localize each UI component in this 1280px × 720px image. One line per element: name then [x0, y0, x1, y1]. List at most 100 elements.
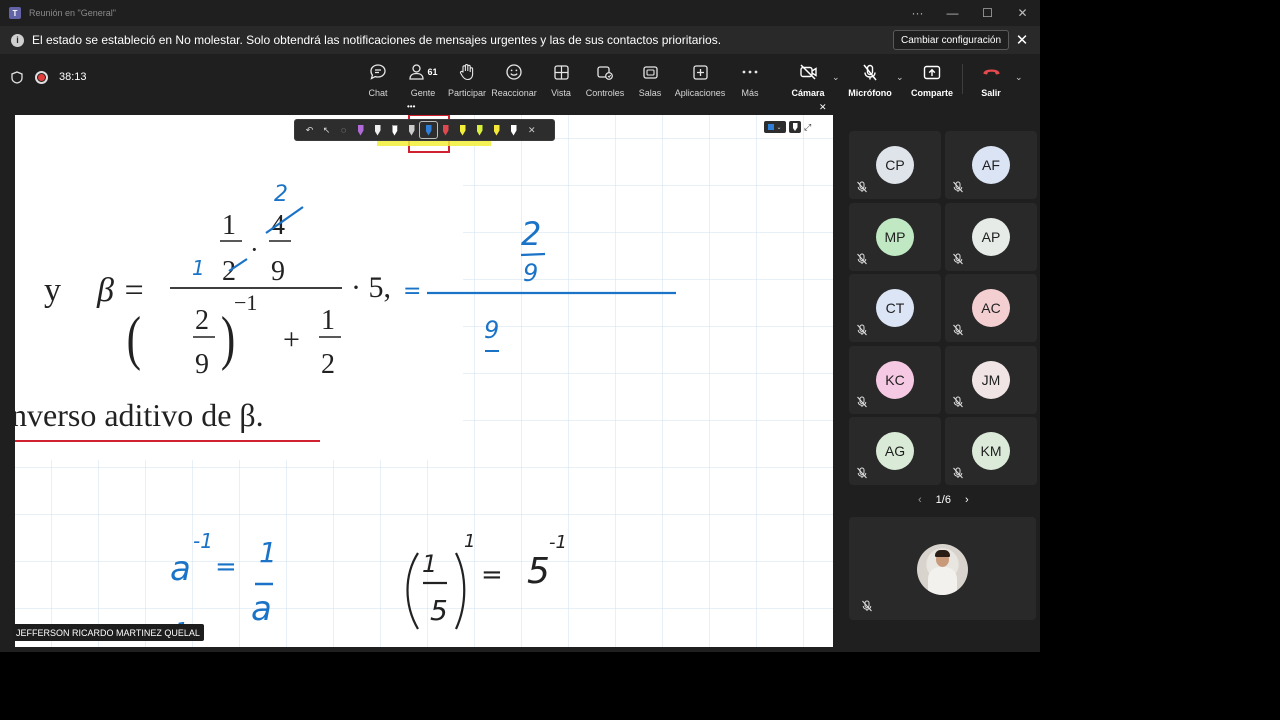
react-icon	[506, 64, 522, 80]
participant-tile[interactable]: KC	[849, 345, 941, 414]
close-notification-icon[interactable]: ✕	[1013, 31, 1031, 49]
participant-tile[interactable]: MP	[849, 202, 941, 271]
participant-avatar: CT	[876, 289, 914, 327]
chat-label: Chat	[368, 88, 388, 98]
plus-sign: +	[283, 323, 300, 356]
meeting-toolbar: 38:13 Chat 61 Gente Participar Reacciona…	[0, 54, 1040, 102]
frac-top-numerator: 1	[222, 210, 236, 241]
share-label: Comparte	[910, 88, 953, 98]
pen-blue-icon[interactable]	[419, 121, 438, 139]
highlighter-yellow-icon[interactable]	[454, 122, 471, 138]
share-button[interactable]: Comparte	[907, 62, 957, 98]
pen-mini-icon[interactable]	[789, 121, 801, 133]
highlighter-lime-icon[interactable]	[488, 122, 505, 138]
undo-icon[interactable]: ↶	[301, 122, 318, 138]
stage-header: ••• ✕	[15, 102, 833, 115]
people-label: Gente	[410, 88, 436, 98]
close-window-button[interactable]: ✕	[1005, 0, 1040, 26]
left-paren: (	[127, 305, 141, 372]
mic-options-chevron-down-icon[interactable]: ⌄	[896, 72, 904, 83]
apps-label: Aplicaciones	[674, 88, 726, 98]
participant-tile[interactable]: CT	[849, 274, 941, 342]
participant-tile[interactable]: AG	[849, 417, 941, 485]
shield-icon	[11, 71, 23, 84]
ink-a: a	[170, 549, 191, 589]
close-ink-toolbar-icon[interactable]: ✕	[528, 125, 536, 136]
frac-top-denominator: 2	[222, 256, 236, 287]
teams-icon: T	[9, 7, 21, 19]
react-button[interactable]: Reaccionar	[489, 62, 539, 98]
leave-label: Salir	[981, 88, 1001, 98]
rooms-button[interactable]: Salas	[625, 62, 675, 98]
notification-bar: i El estado se estableció en No molestar…	[0, 26, 1040, 54]
ink-color-selector[interactable]: ⌄	[764, 121, 786, 133]
ink-toolbar: ↶ ↖ ◌ ✕	[294, 119, 555, 141]
rooms-label: Salas	[638, 88, 662, 98]
ink-neg1: -1	[193, 529, 213, 553]
ink-nine-denominator: 9	[523, 259, 538, 287]
view-button[interactable]: Vista	[536, 62, 586, 98]
mic-off-icon	[863, 64, 877, 80]
controls-label: Controles	[585, 88, 625, 98]
pager-label: 1/6	[935, 494, 951, 506]
pen-gray-icon[interactable]	[403, 122, 420, 138]
shared-screen-whiteboard[interactable]: y β = 1 2 · 4 9 ( 2 9 ) −1 + 1 2 · 5, nv…	[15, 115, 833, 647]
chat-button[interactable]: Chat	[353, 62, 403, 98]
people-button[interactable]: 61 Gente	[398, 62, 448, 98]
controls-button[interactable]: Controles	[580, 62, 630, 98]
self-video-tile[interactable]	[849, 517, 1036, 620]
pen-white-icon[interactable]	[369, 122, 386, 138]
participant-tile[interactable]: AC	[945, 274, 1037, 342]
beta-equals: β =	[96, 272, 145, 309]
eraser-icon[interactable]	[505, 122, 522, 138]
expand-icon[interactable]: ⤢	[804, 122, 811, 133]
participant-tile[interactable]: JM	[945, 345, 1037, 414]
ink-equals-2: =	[215, 552, 237, 582]
camera-button[interactable]: Cámara	[783, 62, 833, 98]
participant-tile[interactable]: KM	[945, 417, 1037, 485]
lasso-icon[interactable]: ◌	[335, 122, 352, 138]
participant-tile[interactable]: CP	[849, 131, 941, 199]
pen-red-icon[interactable]	[437, 122, 454, 138]
ink-equals: =	[403, 279, 421, 304]
frac-top2-denominator: 9	[271, 256, 285, 287]
camera-label: Cámara	[791, 88, 825, 98]
window-controls: ··· — ☐ ✕	[900, 0, 1040, 26]
participant-avatar: KC	[876, 360, 914, 399]
pen-purple-icon[interactable]	[352, 122, 369, 138]
close-stage-icon[interactable]: ✕	[819, 102, 827, 113]
raise-hand-button[interactable]: Participar	[442, 62, 492, 98]
camera-options-chevron-down-icon[interactable]: ⌄	[832, 72, 840, 83]
minimize-button[interactable]: —	[935, 0, 970, 26]
mic-muted-icon	[857, 324, 867, 336]
dot-operator: ·	[250, 235, 259, 264]
info-icon: i	[11, 33, 24, 47]
highlighter-green-icon[interactable]	[471, 122, 488, 138]
times-five: · 5,	[351, 271, 391, 304]
paren-denominator: 9	[195, 349, 209, 380]
chat-icon	[370, 64, 386, 80]
pen-black-icon[interactable]	[386, 122, 403, 138]
react-label: Reaccionar	[491, 88, 537, 98]
mic-muted-icon	[857, 467, 867, 479]
mic-button[interactable]: Micrófono	[845, 62, 895, 98]
participant-tile[interactable]: AP	[945, 202, 1037, 271]
right-paren: )	[221, 305, 235, 372]
participant-tile[interactable]: AF	[945, 131, 1037, 199]
maximize-button[interactable]: ☐	[970, 0, 1005, 26]
stage-drag-handle[interactable]: •••	[407, 102, 415, 111]
more-button[interactable]: Más	[725, 62, 775, 98]
leave-button[interactable]: Salir	[966, 62, 1016, 98]
apps-button[interactable]: Aplicaciones	[675, 62, 725, 98]
leave-options-chevron-down-icon[interactable]: ⌄	[1015, 72, 1023, 83]
ink-five-2: 5	[527, 551, 550, 592]
pager-next-icon[interactable]: ›	[965, 494, 969, 506]
more-label: Más	[741, 88, 759, 98]
participant-pager: ‹ 1/6 ›	[918, 494, 969, 506]
ink-one-over: 1	[259, 536, 277, 569]
select-icon[interactable]: ↖	[318, 122, 335, 138]
pager-prev-icon[interactable]: ‹	[918, 494, 922, 506]
more-options-button[interactable]: ···	[900, 0, 935, 26]
change-settings-button[interactable]: Cambiar configuración	[893, 30, 1010, 50]
y-label: y	[44, 272, 61, 309]
